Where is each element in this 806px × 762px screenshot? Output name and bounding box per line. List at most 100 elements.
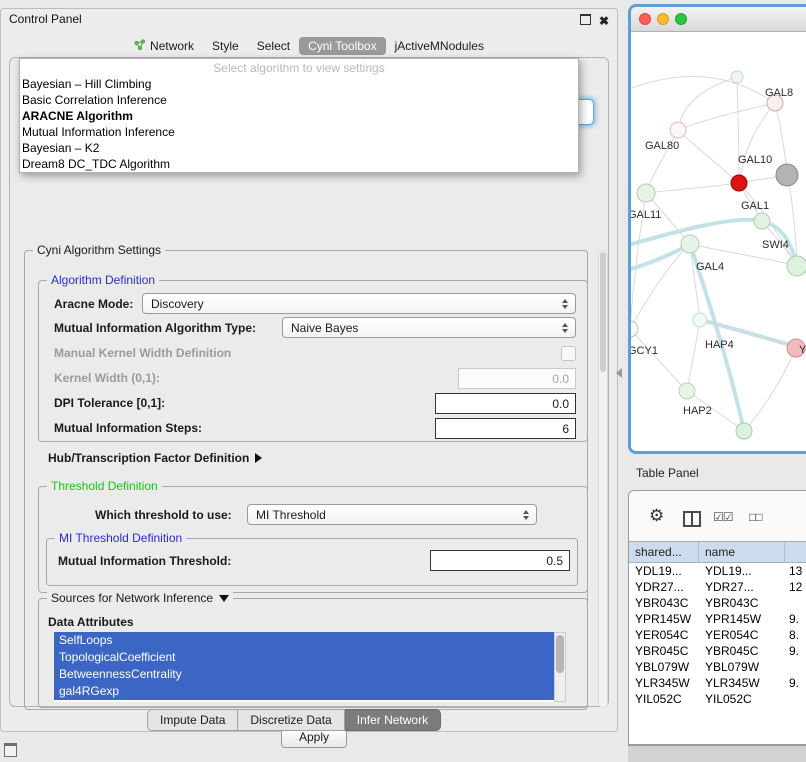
- minimized-panel-icon[interactable]: [4, 743, 17, 757]
- bottom-tab-infer-network[interactable]: Infer Network: [345, 709, 441, 731]
- deselect-all-columns-icon[interactable]: □□: [749, 510, 762, 524]
- mi-threshold-field[interactable]: 0.5: [430, 550, 570, 571]
- table-body: YDL19...YDL19...13YDR27...YDR27...12YBR0…: [629, 563, 806, 707]
- network-node[interactable]: [776, 164, 798, 186]
- mi-steps-field[interactable]: 6: [435, 418, 576, 439]
- sources-toggle[interactable]: Sources for Network Inference: [47, 591, 233, 605]
- table-cell: YPR145W: [629, 611, 699, 627]
- table-row[interactable]: YDL19...YDL19...13: [629, 563, 806, 579]
- dropdown-placeholder: Select algorithm to view settings: [20, 59, 578, 76]
- table-header: shared...name: [629, 541, 806, 563]
- tab-select[interactable]: Select: [248, 37, 299, 55]
- float-window-icon[interactable]: [580, 14, 591, 25]
- tab-label: Cyni Toolbox: [308, 39, 376, 53]
- table-row[interactable]: YBR043CYBR043C: [629, 595, 806, 611]
- tab-style[interactable]: Style: [203, 37, 248, 55]
- column-header-col2[interactable]: [785, 542, 806, 562]
- data-attributes-label: Data Attributes: [48, 612, 134, 632]
- mi-threshold-group-title: MI Threshold Definition: [55, 531, 186, 545]
- scrollbar-thumb[interactable]: [556, 635, 564, 673]
- network-canvas[interactable]: GAL8GAL80GAL10GAL11GAL1SWI4GAL4GCY1HAP4Y…: [631, 32, 806, 451]
- scrollbar-thumb[interactable]: [600, 252, 606, 372]
- table-cell: YIL052C: [629, 691, 699, 707]
- desktop: Control Panel ✖ NetworkStyleSelect Cyni T…: [0, 0, 806, 762]
- attribute-item-gal4rgexp[interactable]: gal4RGexp: [54, 683, 554, 700]
- table-cell: 12: [785, 579, 806, 595]
- network-node-hap4[interactable]: [693, 313, 707, 327]
- algorithm-option-dream8-dc-tdc-algorithm[interactable]: Dream8 DC_TDC Algorithm: [20, 156, 578, 172]
- manual-kernel-checkbox[interactable]: [561, 346, 576, 361]
- table-cell: YER054C: [699, 627, 785, 643]
- table-row[interactable]: YBR045CYBR045C9.: [629, 643, 806, 659]
- network-node-gcy1[interactable]: [631, 321, 638, 337]
- table-row[interactable]: YIL052CYIL052C: [629, 691, 806, 707]
- network-node-gal1[interactable]: [754, 213, 770, 229]
- table-row[interactable]: YPR145WYPR145W9.: [629, 611, 806, 627]
- attribute-list-scrollbar[interactable]: [554, 632, 566, 702]
- column-header-shared[interactable]: shared...: [629, 542, 699, 562]
- node-label-gal8: GAL8: [765, 87, 793, 99]
- gear-icon[interactable]: ⚙: [649, 506, 664, 526]
- network-node-gal80[interactable]: [670, 122, 686, 138]
- chevron-down-icon: [219, 595, 229, 602]
- network-node-hap2[interactable]: [679, 383, 695, 399]
- table-row[interactable]: YLR345WYLR345W9.: [629, 675, 806, 691]
- table-cell: YDL19...: [699, 563, 785, 579]
- columns-icon[interactable]: [683, 511, 701, 527]
- kernel-width-field[interactable]: 0.0: [458, 368, 576, 389]
- close-traffic-light-icon[interactable]: [639, 13, 651, 25]
- network-icon: [134, 39, 146, 54]
- table-row[interactable]: YBL079WYBL079W: [629, 659, 806, 675]
- algorithm-option-bayesian-hill-climbing[interactable]: Bayesian – Hill Climbing: [20, 76, 578, 92]
- mi-threshold-label: Mutual Information Threshold:: [58, 551, 231, 571]
- algorithm-option-mutual-information-inference[interactable]: Mutual Information Inference: [20, 124, 578, 140]
- table-panel-bottom-scrollbar[interactable]: [628, 745, 806, 762]
- select-all-columns-icon[interactable]: ☑☑: [713, 510, 733, 524]
- tab-cyni-toolbox[interactable]: Cyni Toolbox: [299, 37, 385, 55]
- algorithm-option-basic-correlation-inference[interactable]: Basic Correlation Inference: [20, 92, 578, 108]
- mi-type-combo[interactable]: Naive Bayes: [282, 317, 576, 338]
- combo-arrows-icon: [523, 510, 529, 520]
- algorithm-option-aracne-algorithm[interactable]: ARACNE Algorithm: [20, 108, 578, 124]
- attribute-item-topologicalcoefficient[interactable]: TopologicalCoefficient: [54, 649, 554, 666]
- zoom-traffic-light-icon[interactable]: [675, 13, 687, 25]
- table-toolbar: ⚙ ☑☑ □□: [629, 491, 806, 541]
- table-row[interactable]: YDR27...YDR27...12: [629, 579, 806, 595]
- algorithm-option-bayesian-k2[interactable]: Bayesian – K2: [20, 140, 578, 156]
- network-node-swi4[interactable]: [787, 256, 806, 276]
- table-cell: 9.: [785, 643, 806, 659]
- close-icon[interactable]: ✖: [599, 11, 609, 31]
- bottom-tab-discretize-data[interactable]: Discretize Data: [238, 709, 344, 731]
- which-threshold-combo[interactable]: MI Threshold: [247, 504, 537, 525]
- which-threshold-value: MI Threshold: [256, 508, 326, 522]
- node-label-gcy1: GCY1: [631, 345, 658, 357]
- table-panel-title: Table Panel: [636, 466, 699, 480]
- bottom-tab-impute-data[interactable]: Impute Data: [147, 709, 238, 731]
- network-node-gal10[interactable]: [731, 175, 747, 191]
- attribute-item-betweennesscentrality[interactable]: BetweennessCentrality: [54, 666, 554, 683]
- settings-scrollbar[interactable]: [598, 250, 608, 708]
- control-panel-titlebar: Control Panel ✖: [1, 9, 617, 29]
- threshold-definition-title: Threshold Definition: [47, 479, 162, 493]
- aracne-mode-combo[interactable]: Discovery: [142, 293, 576, 314]
- network-node-gal4[interactable]: [681, 235, 699, 253]
- column-header-name[interactable]: name: [699, 542, 785, 562]
- panel-splitter-handle[interactable]: [616, 368, 622, 378]
- table-row[interactable]: YER054CYER054C8.: [629, 627, 806, 643]
- attribute-item-selfloops[interactable]: SelfLoops: [54, 632, 554, 649]
- table-cell: [785, 691, 806, 707]
- node-label-y: Y: [799, 344, 806, 356]
- combo-arrows-icon: [562, 323, 568, 333]
- algorithm-dropdown-popup: Select algorithm to view settings Bayesi…: [19, 58, 579, 173]
- tab-jactivemnodules[interactable]: jActiveMNodules: [386, 37, 493, 55]
- tab-network[interactable]: Network: [125, 37, 203, 56]
- table-cell: YPR145W: [699, 611, 785, 627]
- network-node[interactable]: [736, 423, 752, 439]
- network-node-gal11[interactable]: [637, 184, 655, 202]
- network-window-titlebar[interactable]: [631, 7, 806, 32]
- network-node[interactable]: [731, 71, 743, 83]
- minimize-traffic-light-icon[interactable]: [657, 13, 669, 25]
- table-cell: [785, 595, 806, 611]
- hub-definition-toggle[interactable]: Hub/Transcription Factor Definition: [48, 450, 262, 466]
- dpi-tolerance-field[interactable]: 0.0: [435, 393, 576, 414]
